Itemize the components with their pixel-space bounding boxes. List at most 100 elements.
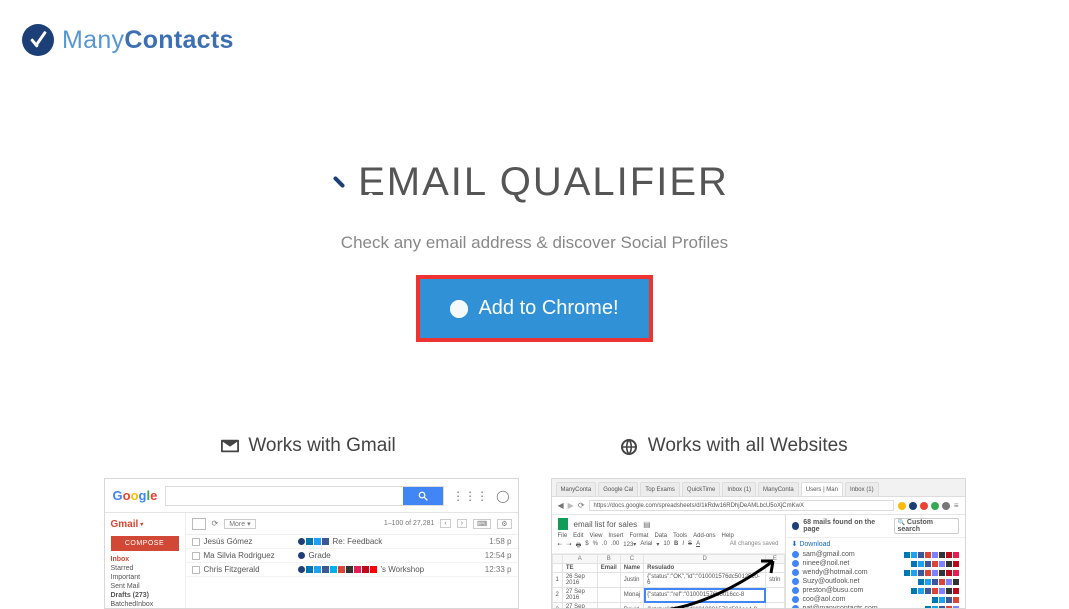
search-icon[interactable]	[403, 487, 443, 505]
sheet-title: email list for sales	[574, 520, 638, 529]
message-count: 1–100 of 27,281	[384, 520, 435, 527]
browser-tab[interactable]: Top Exams	[640, 482, 680, 496]
browser-tab[interactable]: ManyConta	[556, 482, 597, 496]
browser-tab[interactable]: Inbox (1)	[845, 482, 879, 496]
social-icons	[298, 566, 377, 573]
hero-title-row: EMAIL QUALIFIER	[85, 160, 985, 205]
folder-starred[interactable]: Starred	[111, 564, 179, 573]
panel-email-row[interactable]: coo@aol.com	[786, 595, 965, 604]
timestamp: 12:33 p	[485, 565, 512, 574]
sheet-menu-item[interactable]: Tools	[673, 533, 687, 539]
timestamp: 1:58 p	[489, 537, 511, 546]
social-icons	[904, 552, 959, 558]
browser-tab[interactable]: Inbox (1)	[722, 482, 756, 496]
next-page-button[interactable]: ›	[457, 519, 467, 528]
sheet-grid[interactable]: ABCDETEEmailNameResulado126 Sep 2016Just…	[552, 554, 785, 609]
sheet-menu-item[interactable]: File	[558, 533, 568, 539]
hero: EMAIL QUALIFIER Check any email address …	[85, 160, 985, 342]
browser-tab[interactable]: ManyConta	[758, 482, 799, 496]
sheet-menu-item[interactable]: Edit	[573, 533, 583, 539]
cta-highlight-border: Add to Chrome!	[416, 275, 652, 342]
gmail-message-row[interactable]: Ma Silvia RodriguezGrade12:54 p	[186, 549, 518, 563]
gmail-message-row[interactable]: Chris Fitzgerald's Workshop12:33 p	[186, 563, 518, 577]
social-icons	[911, 561, 959, 567]
sheet-menu-item[interactable]: Format	[629, 533, 648, 539]
browser-menu-icon[interactable]: ≡	[954, 501, 959, 510]
social-icons	[918, 579, 959, 585]
more-menu[interactable]: More ▾	[224, 519, 255, 529]
ext-icon[interactable]	[920, 502, 928, 510]
panel-email-row[interactable]: ninee@noil.net	[786, 559, 965, 568]
brand-suffix: Contacts	[124, 26, 233, 54]
settings-gear-icon[interactable]: ⚙	[497, 519, 511, 529]
download-link[interactable]: ⬇ Download	[786, 538, 965, 550]
browser-tab[interactable]: QuickTime	[682, 482, 720, 496]
hero-title: EMAIL QUALIFIER	[358, 160, 729, 205]
social-icons	[298, 538, 329, 545]
panel-email-row[interactable]: Suzy@outlook.net	[786, 577, 965, 586]
ext-icon[interactable]	[898, 502, 906, 510]
folder-sent[interactable]: Sent Mail	[111, 582, 179, 591]
envelope-icon	[221, 439, 239, 453]
nav-back-icon[interactable]: ◀	[558, 501, 564, 510]
extension-panel: 68 mails found on the page 🔍 Custom sear…	[785, 515, 965, 608]
browser-tabs: ManyContaGoogle CalTop ExamsQuickTimeInb…	[552, 479, 965, 497]
url-field[interactable]: https://docs.google.com/spreadsheets/d/1…	[589, 500, 894, 511]
folder-drafts[interactable]: Drafts (273)	[111, 591, 179, 600]
prev-page-button[interactable]: ‹	[440, 519, 450, 528]
panel-email-row[interactable]: pat@manycontacts.com	[786, 604, 965, 609]
websites-screenshot: ManyContaGoogle CalTop ExamsQuickTimeInb…	[551, 478, 966, 609]
panel-search-box[interactable]: 🔍 Custom search	[894, 518, 958, 534]
row-checkbox[interactable]	[192, 566, 200, 574]
gmail-folders: Inbox Starred Important Sent Mail Drafts…	[111, 555, 179, 609]
chrome-icon	[450, 300, 468, 318]
extension-icons	[898, 502, 950, 510]
brand[interactable]: ManyContacts	[22, 24, 234, 56]
panel-email-row[interactable]: sam@gmail.com	[786, 550, 965, 559]
folder-batched[interactable]: BatchedInbox	[111, 600, 179, 609]
add-to-chrome-button[interactable]: Add to Chrome!	[420, 279, 648, 338]
save-status: All changes saved	[730, 541, 779, 551]
sender-name: Ma Silvia Rodriguez	[204, 551, 294, 560]
row-checkbox[interactable]	[192, 552, 200, 560]
gmail-message-row[interactable]: Jesús GómezRe: Feedback1:58 p	[186, 535, 518, 549]
sheet-menu-item[interactable]: Data	[654, 533, 667, 539]
contact-icon	[792, 587, 799, 594]
ext-icon[interactable]	[931, 502, 939, 510]
subject: Grade	[309, 551, 481, 560]
sheet-menu-item[interactable]: Insert	[608, 533, 623, 539]
subject: 's Workshop	[381, 565, 481, 574]
browser-tab[interactable]: Google Cal	[598, 482, 638, 496]
nav-fwd-icon[interactable]: ▶	[568, 501, 574, 510]
gmail-product-label: Gmail ▾	[111, 519, 179, 530]
folder-icon[interactable]: ▤	[643, 520, 651, 529]
apps-grid-icon[interactable]: ⋮⋮⋮	[452, 489, 488, 503]
panel-email-row[interactable]: preston@busu.com	[786, 586, 965, 595]
email-address: pat@manycontacts.com	[803, 605, 921, 609]
google-logo: Google	[113, 488, 158, 503]
notifications-icon[interactable]: ◯	[496, 489, 509, 503]
input-tools-icon[interactable]: ⌨	[473, 519, 491, 529]
gmail-search-input[interactable]	[165, 486, 444, 506]
sheet-menu-item[interactable]: View	[590, 533, 603, 539]
refresh-icon[interactable]: ⟳	[212, 519, 219, 528]
sender-name: Jesús Gómez	[204, 537, 294, 546]
panel-email-row[interactable]: wendy@hotmail.com	[786, 568, 965, 577]
works-gmail-label: Works with Gmail	[248, 435, 395, 457]
nav-reload-icon[interactable]: ⟳	[578, 501, 585, 510]
compose-button[interactable]: COMPOSE	[111, 536, 179, 551]
sheet-menu-item[interactable]: Add-ons	[693, 533, 715, 539]
row-checkbox[interactable]	[192, 538, 200, 546]
select-all-checkbox[interactable]	[192, 518, 206, 530]
ext-icon[interactable]	[942, 502, 950, 510]
browser-tab[interactable]: Users | Man	[801, 482, 843, 496]
brand-logo-icon	[22, 24, 54, 56]
social-icons	[925, 606, 959, 609]
folder-important[interactable]: Important	[111, 573, 179, 582]
sheet-menu-item[interactable]: Help	[722, 533, 734, 539]
ext-icon[interactable]	[909, 502, 917, 510]
brand-prefix: Many	[62, 26, 124, 54]
folder-inbox[interactable]: Inbox	[111, 555, 179, 564]
demo-screenshots: Google ⋮⋮⋮ ◯ Gmail ▾ COMPOSE Inbox Starr…	[0, 478, 1069, 609]
brand-logo-icon	[792, 522, 800, 530]
